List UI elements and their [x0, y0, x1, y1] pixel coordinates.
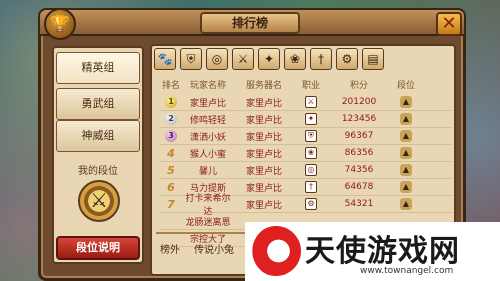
- my-rank-label: 我的段位: [78, 166, 118, 177]
- job-icon: ✦: [305, 113, 317, 125]
- group-tab-brave[interactable]: 勇武组: [56, 88, 140, 120]
- silver-medal-icon: 2: [165, 113, 177, 125]
- level-icon: ▲: [400, 147, 412, 159]
- col-name: 玩家名称: [189, 81, 226, 91]
- table-row[interactable]: 3 潇洒小妖 家里卢比 ⛨ 96367 ▲: [160, 128, 452, 145]
- outside-ranking-label: 榜外: [160, 245, 180, 256]
- col-score: 积分: [349, 81, 368, 91]
- rank-number: 7: [167, 197, 175, 211]
- level-icon: ▲: [400, 113, 412, 125]
- score: 74356: [344, 165, 374, 175]
- table-row[interactable]: 1 家里卢比 家里卢比 ⚔ 201200 ▲: [160, 94, 452, 111]
- trophy-icon: 🏆: [44, 8, 76, 40]
- table-row[interactable]: 2 修鸣轻轻 家里卢比 ✦ 123456 ▲: [160, 111, 452, 128]
- paw-icon[interactable]: 🐾: [154, 48, 176, 70]
- shield-icon[interactable]: ⛨: [180, 48, 202, 70]
- ring-icon[interactable]: ◎: [206, 48, 228, 70]
- gear-icon[interactable]: ⚙: [336, 48, 358, 70]
- level-icon: ▲: [400, 96, 412, 108]
- table-row[interactable]: 4 猴人小蜜 家里卢比 ❀ 86356 ▲: [160, 145, 452, 162]
- col-level: 段位: [396, 81, 415, 91]
- job-icon: ⛨: [305, 130, 317, 142]
- player-name: 打卡来希尔达: [185, 194, 231, 217]
- watermark-logo: [251, 226, 301, 276]
- table-header: 排名 玩家名称 服务器名 职业 积分 段位: [160, 78, 452, 94]
- table-row[interactable]: 7 打卡来希尔达 家里卢比 ⚙ 54321 ▲: [160, 194, 452, 217]
- col-job: 职业: [301, 81, 320, 91]
- server-name: 家里卢比: [245, 132, 282, 143]
- close-button[interactable]: ✕: [436, 12, 462, 36]
- player-name: 潇洒小妖: [189, 132, 226, 143]
- player-name: 龙肠迷离恩: [185, 217, 231, 228]
- my-player-name: 传说小兔: [194, 245, 234, 256]
- rank-number: 5: [167, 163, 175, 177]
- score: 86356: [344, 148, 374, 158]
- level-icon: ▲: [400, 130, 412, 142]
- level-icon: ▲: [400, 198, 412, 210]
- server-name: 家里卢比: [245, 149, 282, 160]
- score: 64678: [344, 182, 374, 192]
- col-rank: 排名: [161, 81, 180, 91]
- player-name: 馨儿: [198, 166, 217, 177]
- magic-icon[interactable]: ✦: [258, 48, 280, 70]
- rank-description-button[interactable]: 段位说明: [56, 236, 140, 260]
- fairy-icon[interactable]: ❀: [284, 48, 306, 70]
- player-name: 家里卢比: [189, 98, 226, 109]
- job-icon: ⚙: [305, 198, 317, 210]
- player-name: 猴人小蜜: [189, 149, 226, 160]
- server-name: 家里卢比: [245, 183, 282, 194]
- crossed-swords-icon[interactable]: ⚔: [232, 48, 254, 70]
- gold-medal-icon: 1: [165, 96, 177, 108]
- book-icon[interactable]: ▤: [362, 48, 384, 70]
- server-name: 家里卢比: [245, 200, 282, 211]
- player-name: 修鸣轻轻: [189, 115, 226, 126]
- rank-number: 4: [167, 146, 175, 160]
- server-name: 家里卢比: [245, 115, 282, 126]
- server-name: 家里卢比: [245, 166, 282, 177]
- sword-icon[interactable]: †: [310, 48, 332, 70]
- score: 123456: [341, 114, 377, 124]
- rank-emblem-icon: ⚔: [78, 180, 120, 222]
- level-icon: ▲: [400, 181, 412, 193]
- window-title: 排行榜: [200, 12, 300, 34]
- group-tab-divine[interactable]: 神威组: [56, 120, 140, 152]
- col-server: 服务器名: [245, 81, 282, 91]
- bronze-medal-icon: 3: [165, 130, 177, 142]
- score: 201200: [341, 97, 377, 107]
- group-tab-elite[interactable]: 精英组: [56, 52, 140, 84]
- score: 96367: [344, 131, 374, 141]
- close-icon: ✕: [441, 13, 457, 34]
- watermark-brand: 天使游戏网: [305, 234, 460, 269]
- table-row[interactable]: 5 馨儿 家里卢比 ◎ 74356 ▲: [160, 162, 452, 179]
- class-filter-tabs: 🐾 ⛨ ◎ ⚔ ✦ ❀ † ⚙ ▤: [154, 48, 454, 70]
- score: 54321: [344, 199, 374, 209]
- job-icon: ⚔: [305, 96, 317, 108]
- job-icon: †: [305, 181, 317, 193]
- level-icon: ▲: [400, 164, 412, 176]
- watermark-url: www.townangel.com: [360, 266, 454, 276]
- rank-number: 6: [167, 180, 175, 194]
- server-name: 家里卢比: [245, 98, 282, 109]
- job-icon: ❀: [305, 147, 317, 159]
- job-icon: ◎: [305, 164, 317, 176]
- my-ranking-footer: 榜外 传说小兔: [160, 241, 234, 256]
